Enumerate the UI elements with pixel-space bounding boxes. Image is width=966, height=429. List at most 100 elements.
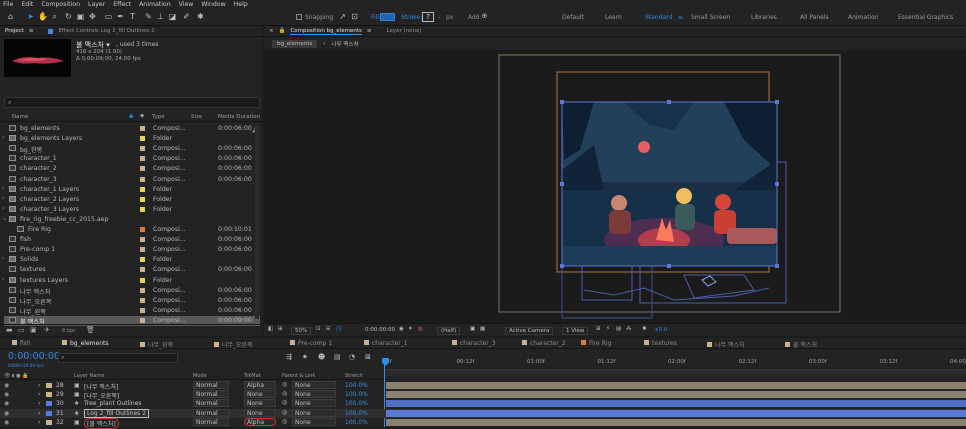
layer-stretch[interactable]: 100.0% [345, 391, 368, 398]
breadcrumb-tree-texture[interactable]: 나무 맥스처 [331, 40, 358, 48]
bpc-label[interactable]: 8 bpc [62, 328, 76, 334]
parent-pickwhip-icon[interactable]: ◎ [282, 409, 287, 416]
resolution-grid-icon[interactable]: ⊡ [316, 326, 321, 332]
sort-arrow-icon[interactable]: ▲ [129, 113, 133, 119]
time-ruler[interactable]: 0f00:12f01:00f01:12f02:00f02:12f03:00f03… [384, 358, 966, 370]
transparency-icon[interactable]: ◳ [336, 326, 341, 332]
layer-expand-icon[interactable]: › [38, 382, 40, 389]
expand-arrow-icon[interactable]: › [2, 134, 4, 141]
add-property-icon[interactable]: ⊕ [480, 12, 489, 21]
project-item[interactable]: ⌄ fire_rig_freebie_cc_2015.aep [2, 215, 260, 225]
camera-select[interactable]: Active Camera [505, 327, 554, 335]
col-duration[interactable]: Media Duration [218, 114, 260, 120]
timeline-layer-row[interactable]: ◉ › 29 ▣ [나무_오른쪽] Normal None ◎ None 100.0% [0, 390, 966, 400]
label-color-swatch[interactable] [140, 287, 145, 293]
menu-item-view[interactable]: View [179, 1, 194, 8]
project-item[interactable]: Fire Rig Composi... 0:00:10:01 [4, 225, 260, 235]
timeline-layer-row[interactable]: ◉ › 28 ▣ [나무 맥스처] Normal Alpha ◎ None 100.0% [0, 381, 966, 391]
expand-arrow-icon[interactable]: › [2, 195, 4, 202]
timeline-tab[interactable]: bg_elements [62, 340, 108, 347]
selection-tool-icon[interactable]: ➤ [26, 12, 35, 21]
expand-arrow-icon[interactable]: › [2, 276, 4, 283]
mask-icon[interactable]: ⊞ [278, 326, 283, 332]
zoom-select[interactable]: 50% [291, 327, 312, 335]
label-color-swatch[interactable] [140, 176, 145, 182]
clone-stamp-icon[interactable]: ⊥ [156, 12, 165, 21]
layer-trkmat-select[interactable]: None [244, 399, 276, 408]
exposure-icon[interactable]: ✺ [642, 326, 647, 332]
timeline-tab[interactable]: fish [12, 340, 31, 347]
timeline-layer-row[interactable]: ◉ › 30 ★ Tree_plant Outlines Normal None ◎ None 1… [0, 399, 966, 408]
project-item[interactable]: 나무_오른쪽 Composi... 0:00:06:00 [4, 296, 260, 306]
layer-expand-icon[interactable]: › [38, 400, 40, 407]
menu-item-composition[interactable]: Composition [41, 1, 80, 8]
label-color-swatch[interactable] [140, 126, 145, 131]
timeline-tab[interactable]: character_1 [364, 340, 408, 347]
view-option-icon[interactable]: ⊞ [596, 326, 601, 332]
tab-composition[interactable]: Composition bg_elements [290, 28, 362, 35]
rotate-tool-icon[interactable]: ↻ [64, 12, 73, 21]
snapshot-icon[interactable]: ◉ [399, 326, 404, 332]
menu-item-effect[interactable]: Effect [113, 1, 131, 8]
project-item[interactable]: › character_1 Layers Folder [2, 185, 260, 195]
col-stretch[interactable]: Stretch [345, 373, 363, 379]
snap-option-icon[interactable]: ↗ [338, 12, 347, 21]
trash-icon[interactable]: 🗑 [86, 326, 95, 334]
workspace-animation[interactable]: Animation [848, 14, 879, 21]
label-color-swatch[interactable] [140, 237, 145, 243]
workspace-learn[interactable]: Learn [605, 14, 622, 21]
timeline-tab[interactable]: textures [644, 340, 677, 347]
stroke-width-value[interactable]: - [438, 14, 440, 21]
layer-duration-bar[interactable] [386, 418, 966, 426]
layer-duration-bar[interactable] [386, 400, 966, 408]
fast-preview-icon[interactable]: ⚡ [606, 326, 610, 332]
label-color-swatch[interactable] [140, 146, 145, 152]
layer-parent-select[interactable]: None [292, 417, 336, 426]
layer-trkmat-select[interactable]: None [244, 390, 276, 399]
layer-duration-bar[interactable] [386, 409, 966, 417]
menu-item-layer[interactable]: Layer [88, 1, 105, 8]
col-trkmat[interactable]: TrkMat [244, 373, 261, 379]
parent-pickwhip-icon[interactable]: ◎ [282, 399, 287, 406]
workspace-all-panels[interactable]: All Panels [800, 14, 829, 21]
view-layout-select[interactable]: 1 View [562, 327, 589, 335]
workspace-small-screen[interactable]: Small Screen [691, 14, 730, 21]
layer-label-swatch[interactable] [46, 383, 52, 388]
layer-label-swatch[interactable] [46, 392, 52, 398]
type-tool-icon[interactable]: T [128, 12, 137, 21]
project-search[interactable]: ⌕ [4, 97, 260, 108]
layer-parent-select[interactable]: None [292, 381, 336, 389]
home-icon[interactable]: ⌂ [6, 12, 15, 21]
layer-mode-select[interactable]: Normal [193, 408, 229, 417]
layer-name[interactable]: Log 2_fill Outlines 2 [84, 408, 150, 418]
snap-option-2-icon[interactable]: ⊡ [350, 12, 359, 21]
project-item[interactable]: bg_한봉 Composi... 0:00:06:00 [4, 144, 260, 154]
camera-tool-icon[interactable]: ▣ [76, 12, 85, 21]
project-item[interactable]: › textures Layers Folder [2, 276, 260, 286]
render-icon[interactable]: ✈ [44, 326, 50, 334]
timeline-icon[interactable]: ▤ [616, 326, 621, 332]
label-color-swatch[interactable] [140, 227, 145, 232]
parent-pickwhip-icon[interactable]: ◎ [282, 381, 287, 388]
timeline-tab[interactable]: 불 맥스처 [785, 340, 817, 349]
project-item[interactable]: character_2 Composi... 0:00:06:00 [4, 164, 260, 174]
project-item[interactable]: › character_3 Layers Folder [2, 205, 260, 215]
label-color-swatch[interactable] [140, 277, 145, 283]
interpret-footage-icon[interactable]: ▬ [6, 326, 13, 334]
work-area-bar[interactable] [384, 370, 966, 376]
layer-stretch[interactable]: 100.0% [345, 400, 368, 407]
breadcrumb-bg-elements[interactable]: bg_elements [272, 39, 318, 48]
project-item[interactable]: bg_elements Composi... 0:00:06:00 [4, 124, 260, 134]
layer-parent-select[interactable]: None [292, 399, 336, 408]
col-name[interactable]: Name [12, 114, 28, 120]
workspace-standard[interactable]: Standard [645, 14, 672, 21]
col-type[interactable]: Type [152, 114, 165, 120]
label-icon[interactable]: ◆ [140, 113, 144, 119]
timeline-tab[interactable]: 나무_오른쪽 [214, 340, 253, 349]
expand-arrow-icon[interactable]: ⌄ [2, 215, 7, 222]
project-item[interactable]: fish Composi... 0:00:06:00 [4, 235, 260, 245]
timeline-search[interactable]: ⌕ [58, 353, 178, 363]
layer-label-swatch[interactable] [46, 410, 52, 416]
new-folder-icon[interactable]: ▭ [18, 326, 25, 334]
project-scrollbar[interactable] [255, 124, 259, 319]
